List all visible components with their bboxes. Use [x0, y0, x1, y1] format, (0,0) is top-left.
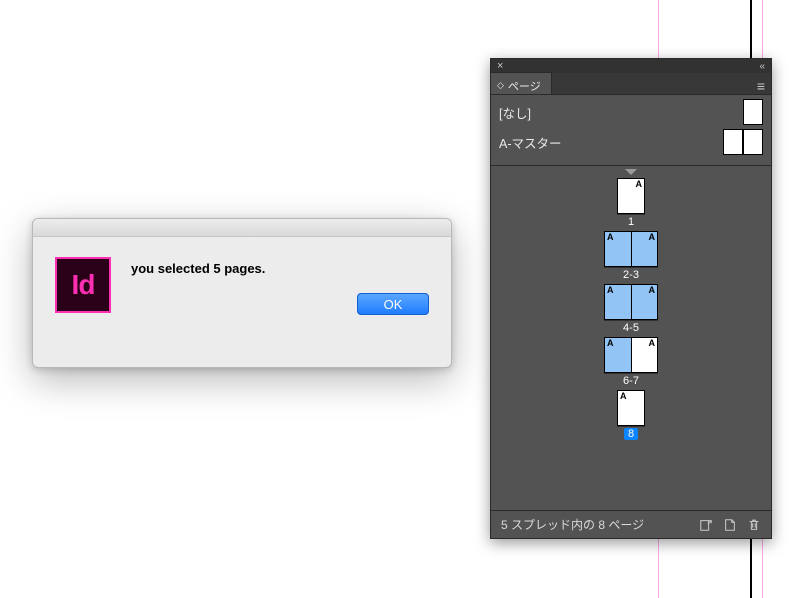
spread[interactable]: AA2-3 [604, 231, 658, 281]
dialog-message: you selected 5 pages. [131, 257, 265, 313]
page-thumbnails-area[interactable]: A1AA2-3AA4-5AA6-7A8 [491, 166, 771, 510]
delete-page-icon[interactable] [747, 518, 761, 532]
alert-dialog: Id you selected 5 pages. OK [32, 218, 452, 368]
spread-label[interactable]: 1 [628, 216, 634, 228]
page-thumb[interactable]: A [618, 391, 644, 425]
collapse-icon[interactable]: « [757, 61, 767, 72]
spread-pages[interactable]: AA [604, 284, 658, 320]
dialog-actions: OK [357, 293, 429, 315]
spread-label[interactable]: 6-7 [623, 375, 639, 387]
master-indicator: A [607, 285, 614, 295]
master-indicator: A [649, 338, 656, 348]
master-row-a[interactable]: A-マスター [499, 127, 763, 157]
panel-top-bar[interactable]: × « [491, 59, 771, 73]
page-thumb[interactable]: A [618, 179, 644, 213]
spread[interactable]: A1 [617, 178, 645, 228]
master-label: A-マスター [499, 133, 562, 152]
spread-drop-indicator-icon [621, 169, 641, 175]
master-indicator: A [607, 338, 614, 348]
master-indicator: A [649, 232, 656, 242]
master-indicator: A [620, 391, 627, 401]
edit-page-size-icon[interactable] [699, 518, 713, 532]
dialog-body: Id you selected 5 pages. OK [33, 237, 451, 329]
spread-pages[interactable]: AA [604, 337, 658, 373]
spread-label[interactable]: 4-5 [623, 322, 639, 334]
tab-pages[interactable]: ◇ ページ [491, 72, 552, 94]
page-thumb[interactable]: A [631, 232, 657, 266]
panel-footer: 5 スプレッド内の 8 ページ [491, 510, 771, 538]
spread-label[interactable]: 2-3 [623, 269, 639, 281]
master-indicator: A [636, 179, 643, 189]
ok-button[interactable]: OK [357, 293, 429, 315]
pages-panel: × « ◇ ページ ≡ [なし] A-マスター A1AA2-3AA4-5AA6-… [490, 58, 772, 539]
page-thumb[interactable]: A [605, 232, 631, 266]
master-thumb-spread[interactable] [723, 129, 763, 155]
panel-menu-icon[interactable]: ≡ [751, 75, 771, 94]
page-thumb[interactable]: A [605, 285, 631, 319]
tab-label: ページ [508, 78, 541, 94]
spread[interactable]: AA6-7 [604, 337, 658, 387]
master-indicator: A [649, 285, 656, 295]
spread-pages[interactable]: AA [604, 231, 658, 267]
close-icon[interactable]: × [495, 60, 505, 72]
expand-indicator-icon: ◇ [497, 81, 504, 90]
indesign-app-icon: Id [55, 257, 111, 313]
spread-pages[interactable]: A [617, 390, 645, 426]
spread-label[interactable]: 8 [624, 428, 638, 440]
spread[interactable]: AA4-5 [604, 284, 658, 334]
master-row-none[interactable]: [なし] [499, 97, 763, 127]
master-indicator: A [607, 232, 614, 242]
master-thumb[interactable] [743, 99, 763, 125]
master-pages-section: [なし] A-マスター [491, 95, 771, 166]
dialog-titlebar[interactable] [33, 219, 451, 237]
spread[interactable]: A8 [617, 390, 645, 440]
page-thumb[interactable]: A [631, 338, 657, 372]
panel-tabbar: ◇ ページ ≡ [491, 73, 771, 95]
new-page-icon[interactable] [723, 518, 737, 532]
master-label: [なし] [499, 103, 531, 122]
spread-pages[interactable]: A [617, 178, 645, 214]
app-icon-text: Id [72, 269, 95, 301]
page-thumb[interactable]: A [605, 338, 631, 372]
footer-status-text: 5 スプレッド内の 8 ページ [501, 516, 689, 533]
page-thumb[interactable]: A [631, 285, 657, 319]
